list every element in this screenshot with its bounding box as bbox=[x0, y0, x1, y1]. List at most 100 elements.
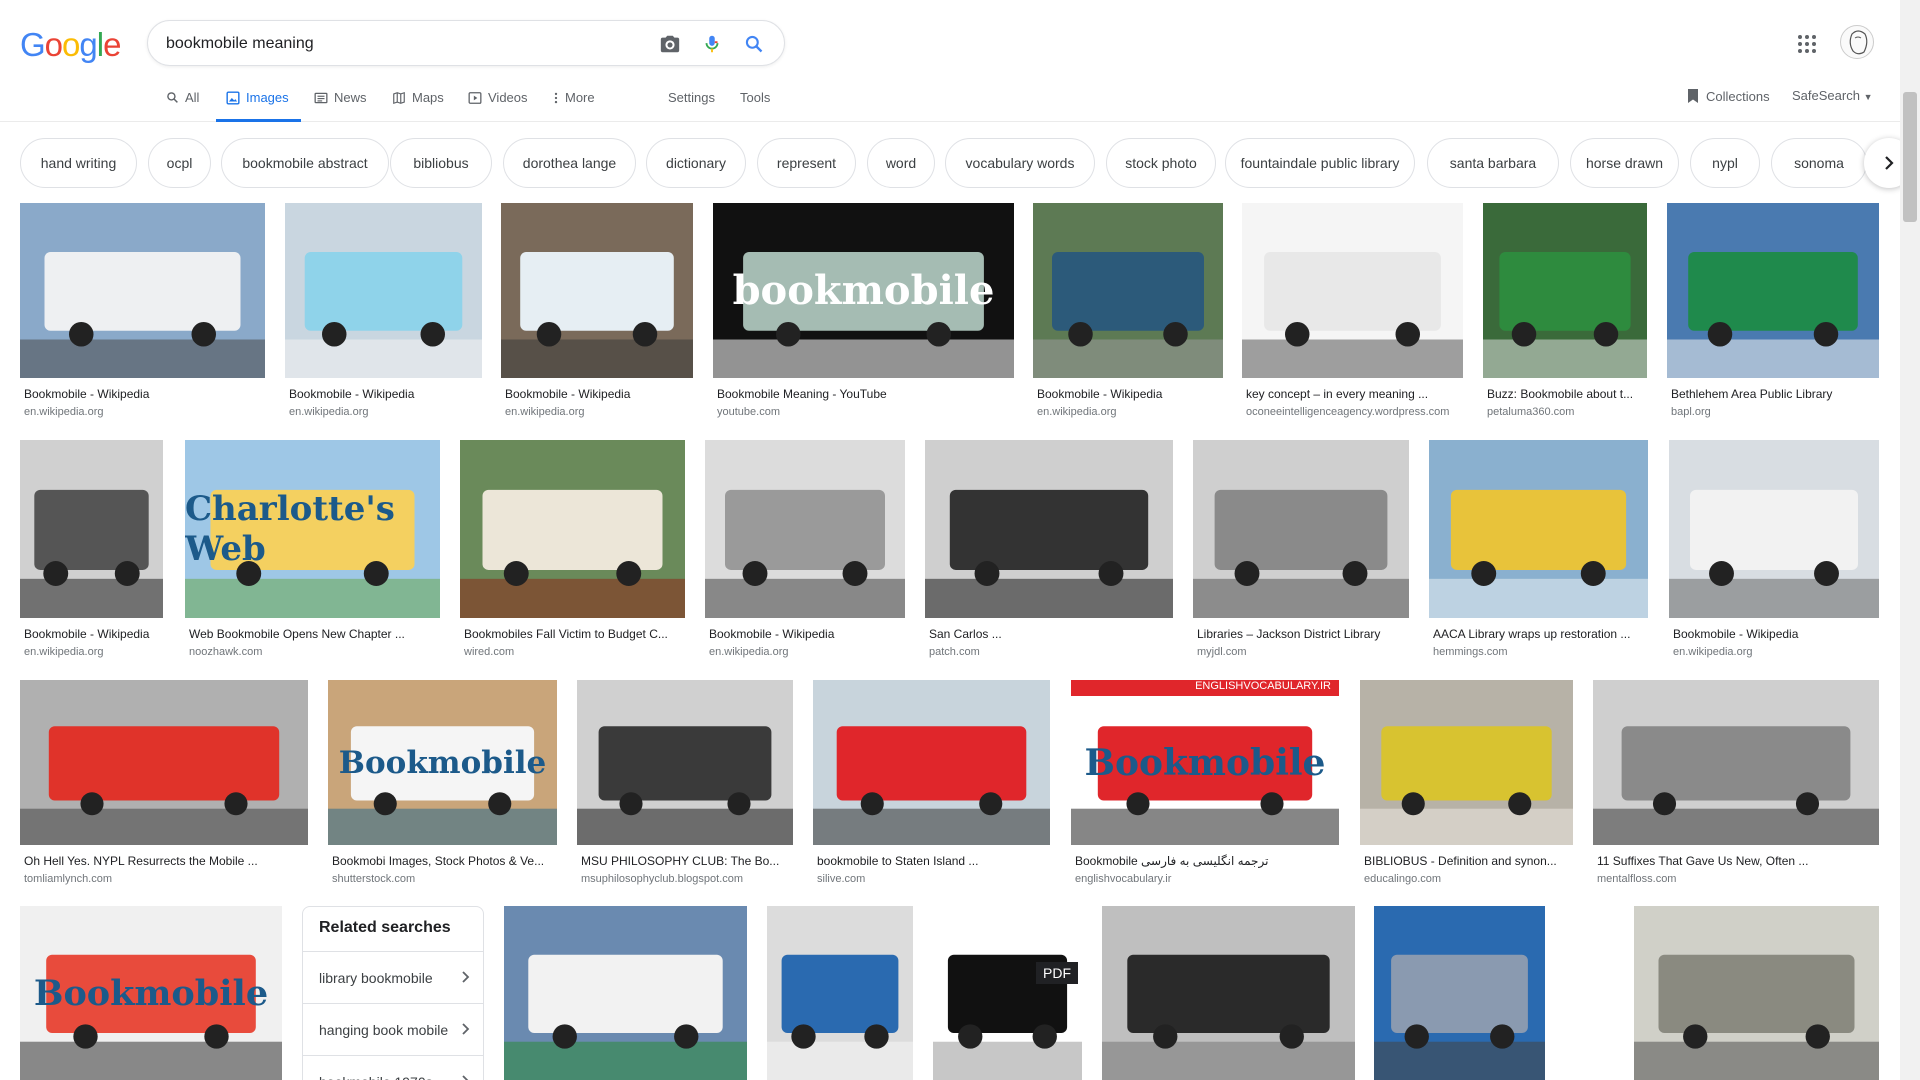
apps-grid-icon[interactable] bbox=[1795, 32, 1819, 56]
image-result[interactable]: 11 Suffixes That Gave Us New, Often ... m… bbox=[1593, 680, 1879, 890]
collections-link[interactable]: Collections bbox=[1686, 88, 1770, 104]
tab-all[interactable]: All bbox=[166, 86, 199, 122]
result-title[interactable]: Bookmobile ترجمه انگلیسی به فارسی bbox=[1075, 854, 1337, 868]
image-result[interactable] bbox=[504, 906, 747, 1080]
chip[interactable]: ocpl bbox=[148, 138, 211, 188]
result-thumbnail[interactable] bbox=[20, 440, 163, 618]
result-thumbnail[interactable] bbox=[1360, 680, 1573, 845]
result-title[interactable]: Bookmobile - Wikipedia bbox=[24, 387, 263, 401]
tab-more[interactable]: More bbox=[553, 86, 595, 122]
result-title[interactable]: Bookmobile - Wikipedia bbox=[1037, 387, 1221, 401]
result-title[interactable]: Bookmobile - Wikipedia bbox=[289, 387, 480, 401]
result-title[interactable]: Libraries – Jackson District Library bbox=[1197, 627, 1407, 641]
result-thumbnail[interactable]: bookmobile bbox=[713, 203, 1014, 378]
result-title[interactable]: Oh Hell Yes. NYPL Resurrects the Mobile … bbox=[24, 854, 306, 868]
image-result[interactable]: Bookmobile - Wikipedia en.wikipedia.org bbox=[705, 440, 905, 663]
result-thumbnail[interactable] bbox=[1193, 440, 1409, 618]
image-result[interactable]: Bookmobile - Wikipedia en.wikipedia.org bbox=[20, 203, 265, 423]
result-title[interactable]: Bookmobile - Wikipedia bbox=[24, 627, 161, 641]
avatar[interactable] bbox=[1840, 25, 1874, 59]
chip[interactable]: nypl bbox=[1690, 138, 1760, 188]
settings-link[interactable]: Settings bbox=[668, 90, 715, 105]
result-title[interactable]: AACA Library wraps up restoration ... bbox=[1433, 627, 1646, 641]
chip[interactable]: horse drawn bbox=[1570, 138, 1679, 188]
image-result[interactable]: Buzz: Bookmobile about t... petaluma360.c… bbox=[1483, 203, 1647, 423]
image-result[interactable]: BIBLIOBUS - Definition and synon... educa… bbox=[1360, 680, 1573, 890]
result-thumbnail[interactable] bbox=[577, 680, 793, 845]
result-thumbnail[interactable] bbox=[1429, 440, 1648, 618]
image-result[interactable]: AACA Library wraps up restoration ... hem… bbox=[1429, 440, 1648, 663]
image-result[interactable]: Bookmobile bbox=[20, 906, 282, 1080]
result-title[interactable]: Bethlehem Area Public Library bbox=[1671, 387, 1877, 401]
tab-news[interactable]: News bbox=[314, 86, 367, 122]
search-icon[interactable] bbox=[742, 32, 766, 56]
image-result[interactable]: Bookmobiles Fall Victim to Budget C... wi… bbox=[460, 440, 685, 663]
result-thumbnail[interactable] bbox=[705, 440, 905, 618]
image-result[interactable]: bookmobile Bookmobile Meaning - YouTube yo… bbox=[713, 203, 1014, 423]
result-thumbnail[interactable]: PDF bbox=[933, 906, 1082, 1080]
tools-link[interactable]: Tools bbox=[740, 90, 770, 105]
result-title[interactable]: bookmobile to Staten Island ... bbox=[817, 854, 1048, 868]
chip[interactable]: santa barbara bbox=[1427, 138, 1559, 188]
camera-icon[interactable] bbox=[658, 32, 682, 56]
image-result[interactable]: Charlotte's Web Web Bookmobile Opens New … bbox=[185, 440, 440, 663]
image-result[interactable]: Oh Hell Yes. NYPL Resurrects the Mobile … bbox=[20, 680, 308, 890]
result-thumbnail[interactable] bbox=[1242, 203, 1463, 378]
image-result[interactable]: Bethlehem Area Public Library bapl.org bbox=[1667, 203, 1879, 423]
image-result[interactable]: PDF bbox=[933, 906, 1082, 1080]
result-title[interactable]: Web Bookmobile Opens New Chapter ... bbox=[189, 627, 438, 641]
chip[interactable]: dorothea lange bbox=[503, 138, 636, 188]
result-thumbnail[interactable] bbox=[767, 906, 913, 1080]
result-title[interactable]: Bookmobile - Wikipedia bbox=[709, 627, 903, 641]
image-result[interactable]: Bookmobile - Wikipedia en.wikipedia.org bbox=[501, 203, 693, 423]
result-title[interactable]: Bookmobi Images, Stock Photos & Ve... bbox=[332, 854, 555, 868]
microphone-icon[interactable] bbox=[700, 32, 724, 56]
tab-videos[interactable]: Videos bbox=[468, 86, 528, 122]
image-result[interactable]: Libraries – Jackson District Library myjd… bbox=[1193, 440, 1409, 663]
result-thumbnail[interactable] bbox=[925, 440, 1173, 618]
result-thumbnail[interactable] bbox=[1593, 680, 1879, 845]
chip[interactable]: hand writing bbox=[20, 138, 137, 188]
result-thumbnail[interactable]: Bookmobile bbox=[20, 906, 282, 1080]
chip[interactable]: stock photo bbox=[1106, 138, 1216, 188]
chip[interactable]: bibliobus bbox=[390, 138, 492, 188]
result-thumbnail[interactable] bbox=[813, 680, 1050, 845]
image-result[interactable] bbox=[1374, 906, 1545, 1080]
result-title[interactable]: Bookmobile - Wikipedia bbox=[505, 387, 691, 401]
result-title[interactable]: BIBLIOBUS - Definition and synon... bbox=[1364, 854, 1571, 868]
chip[interactable]: dictionary bbox=[646, 138, 746, 188]
chip[interactable]: bookmobile abstract bbox=[221, 138, 389, 188]
result-thumbnail[interactable] bbox=[501, 203, 693, 378]
result-thumbnail[interactable]: Charlotte's Web bbox=[185, 440, 440, 618]
image-result[interactable]: Bookmobile - Wikipedia en.wikipedia.org bbox=[1669, 440, 1879, 663]
chip[interactable]: word bbox=[867, 138, 935, 188]
image-result[interactable]: Bookmobile - Wikipedia en.wikipedia.org bbox=[285, 203, 482, 423]
image-result[interactable] bbox=[1634, 906, 1879, 1080]
result-title[interactable]: Bookmobiles Fall Victim to Budget C... bbox=[464, 627, 683, 641]
chip[interactable]: fountaindale public library bbox=[1225, 138, 1415, 188]
result-thumbnail[interactable] bbox=[504, 906, 747, 1080]
image-result[interactable] bbox=[1102, 906, 1355, 1080]
image-result[interactable]: key concept – in every meaning ... oconee… bbox=[1242, 203, 1463, 423]
tab-images[interactable]: Images bbox=[216, 86, 301, 122]
result-thumbnail[interactable] bbox=[1483, 203, 1647, 378]
safesearch-menu[interactable]: SafeSearch ▼ bbox=[1792, 88, 1872, 103]
image-result[interactable]: San Carlos ... patch.com bbox=[925, 440, 1173, 663]
result-title[interactable]: Bookmobile Meaning - YouTube bbox=[717, 387, 1012, 401]
chip[interactable]: vocabulary words bbox=[945, 138, 1095, 188]
page-scrollbar[interactable] bbox=[1900, 0, 1920, 1080]
result-thumbnail[interactable] bbox=[1102, 906, 1355, 1080]
result-thumbnail[interactable] bbox=[285, 203, 482, 378]
image-result[interactable]: Bookmobile Bookmobi Images, Stock Photos … bbox=[328, 680, 557, 890]
related-search-item[interactable]: bookmobile 1970s bbox=[303, 1055, 483, 1080]
result-thumbnail[interactable]: ENGLISHVOCABULARY.IR Bookmobile bbox=[1071, 680, 1339, 845]
image-result[interactable]: MSU PHILOSOPHY CLUB: The Bo... msuphiloso… bbox=[577, 680, 793, 890]
image-result[interactable]: Bookmobile - Wikipedia en.wikipedia.org bbox=[20, 440, 163, 663]
result-title[interactable]: Buzz: Bookmobile about t... bbox=[1487, 387, 1645, 401]
result-title[interactable]: MSU PHILOSOPHY CLUB: The Bo... bbox=[581, 854, 791, 868]
result-thumbnail[interactable] bbox=[1374, 906, 1545, 1080]
image-result[interactable]: Bookmobile - Wikipedia en.wikipedia.org bbox=[1033, 203, 1223, 423]
image-result[interactable] bbox=[767, 906, 913, 1080]
result-thumbnail[interactable] bbox=[20, 203, 265, 378]
related-search-item[interactable]: hanging book mobile bbox=[303, 1003, 483, 1055]
